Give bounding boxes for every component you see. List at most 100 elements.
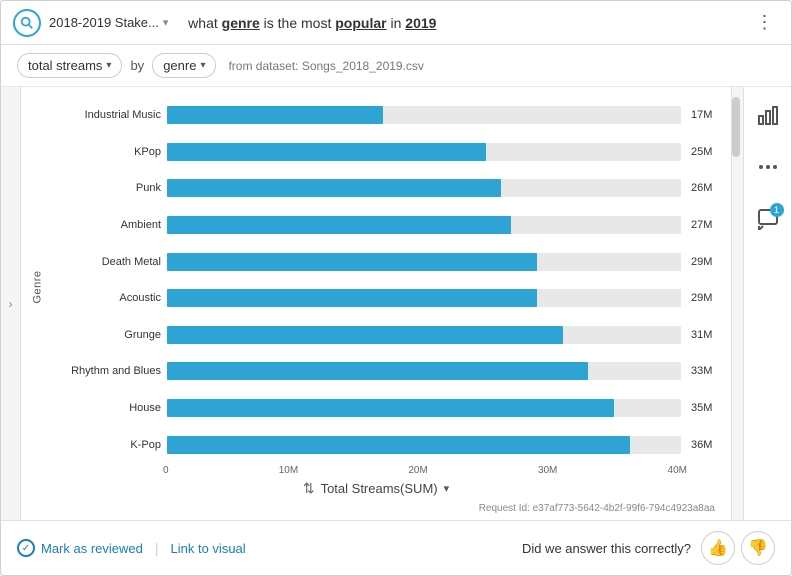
feedback-question: Did we answer this correctly? — [522, 541, 691, 556]
left-collapse-button[interactable]: › — [1, 87, 21, 520]
footer-left: ✓ Mark as reviewed | Link to visual — [17, 539, 246, 557]
bar-fill — [167, 326, 563, 344]
feedback-buttons: 👍 👎 — [701, 531, 775, 565]
bar-value: 33M — [691, 365, 723, 377]
bar-label: Ambient — [51, 219, 161, 231]
bars-area: Industrial Music 17M KPop 25M Punk 26M A… — [47, 97, 723, 463]
query-text: what genre is the most popular in 2019 — [180, 15, 751, 31]
bar-track — [167, 362, 681, 380]
y-axis-label-container: Genre — [29, 97, 47, 476]
table-row: Rhythm and Blues 33M — [51, 358, 723, 384]
bar-value: 29M — [691, 256, 723, 268]
content-area: › Genre Industrial Music 17M KPop — [1, 87, 791, 520]
bar-fill — [167, 362, 588, 380]
sort-icon: ⇅ — [303, 480, 315, 497]
search-icon — [13, 9, 41, 37]
bar-fill — [167, 253, 537, 271]
right-sidebar: 1 — [743, 87, 791, 520]
bar-track — [167, 143, 681, 161]
breadcrumb-chevron-icon[interactable]: ▾ — [163, 16, 169, 29]
bar-fill — [167, 143, 486, 161]
table-row: Punk 26M — [51, 175, 723, 201]
bar-value: 26M — [691, 182, 723, 194]
bar-fill — [167, 106, 383, 124]
table-row: House 35M — [51, 395, 723, 421]
request-id: Request Id: e37af773-5642-4b2f-99f6-794c… — [29, 501, 723, 516]
bar-track — [167, 326, 681, 344]
x-tick: 40M — [668, 465, 687, 476]
bar-fill — [167, 216, 511, 234]
thumbs-up-button[interactable]: 👍 — [701, 531, 735, 565]
table-row: Acoustic 29M — [51, 285, 723, 311]
bar-value: 17M — [691, 109, 723, 121]
x-tick: 20M — [408, 465, 427, 476]
table-row: Industrial Music 17M — [51, 102, 723, 128]
bar-track — [167, 179, 681, 197]
bar-value: 31M — [691, 329, 723, 341]
header-more-button[interactable]: ⋮ — [751, 9, 779, 37]
metric-filter-pill[interactable]: total streams ▾ — [17, 53, 122, 78]
bar-value: 27M — [691, 219, 723, 231]
bar-value: 29M — [691, 292, 723, 304]
table-row: Ambient 27M — [51, 212, 723, 238]
scrollbar-thumb[interactable] — [732, 97, 740, 157]
bar-label: K-Pop — [51, 439, 161, 451]
x-tick: 0 — [163, 465, 169, 476]
bar-label: Acoustic — [51, 292, 161, 304]
x-axis: 0 10M 20M 30M 40M — [163, 463, 723, 476]
table-row: KPop 25M — [51, 139, 723, 165]
mark-reviewed-button[interactable]: ✓ Mark as reviewed — [17, 539, 143, 557]
table-row: Death Metal 29M — [51, 249, 723, 275]
bar-label: Death Metal — [51, 256, 161, 268]
x-axis-chevron-icon[interactable]: ▾ — [444, 482, 450, 495]
breadcrumb[interactable]: 2018-2019 Stake... ▾ — [49, 15, 168, 30]
bar-track — [167, 216, 681, 234]
more-options-button[interactable] — [750, 149, 786, 185]
dataset-info: from dataset: Songs_2018_2019.csv — [228, 59, 423, 73]
bar-value: 36M — [691, 439, 723, 451]
left-chevron-icon: › — [9, 297, 13, 311]
thumbs-down-button[interactable]: 👎 — [741, 531, 775, 565]
header-bar: 2018-2019 Stake... ▾ what genre is the m… — [1, 1, 791, 45]
chart-inner: Industrial Music 17M KPop 25M Punk 26M A… — [47, 97, 723, 476]
table-row: K-Pop 36M — [51, 432, 723, 458]
chart-type-button[interactable] — [750, 97, 786, 133]
bar-fill — [167, 179, 501, 197]
footer-divider: | — [155, 540, 159, 556]
group-filter-pill[interactable]: genre ▾ — [152, 53, 216, 78]
x-tick: 10M — [279, 465, 298, 476]
footer: ✓ Mark as reviewed | Link to visual Did … — [1, 520, 791, 575]
link-visual-button[interactable]: Link to visual — [171, 541, 246, 556]
check-icon: ✓ — [17, 539, 35, 557]
bar-fill — [167, 399, 614, 417]
main-container: 2018-2019 Stake... ▾ what genre is the m… — [0, 0, 792, 576]
bar-fill — [167, 289, 537, 307]
bar-label: Rhythm and Blues — [51, 365, 161, 377]
comment-badge: 1 — [770, 203, 784, 217]
bar-track — [167, 289, 681, 307]
chart-container: Genre Industrial Music 17M KPop 25M Punk — [29, 97, 723, 476]
metric-chevron-icon: ▾ — [106, 60, 111, 71]
chart-wrapper: Genre Industrial Music 17M KPop 25M Punk — [21, 87, 731, 520]
bar-track — [167, 436, 681, 454]
y-axis-label: Genre — [32, 270, 44, 303]
bar-label: KPop — [51, 146, 161, 158]
bar-track — [167, 253, 681, 271]
table-row: Grunge 31M — [51, 322, 723, 348]
bar-label: Grunge — [51, 329, 161, 341]
bar-value: 35M — [691, 402, 723, 414]
bar-label: Punk — [51, 182, 161, 194]
bar-fill — [167, 436, 630, 454]
x-axis-title: ⇅ Total Streams(SUM) ▾ — [29, 476, 723, 501]
x-axis-title-label: Total Streams(SUM) — [321, 481, 438, 496]
filter-bar: total streams ▾ by genre ▾ from dataset:… — [1, 45, 791, 87]
scrollbar-track[interactable] — [731, 87, 743, 520]
comment-button[interactable]: 1 — [750, 201, 786, 237]
bar-track — [167, 399, 681, 417]
bar-track — [167, 106, 681, 124]
bar-label: House — [51, 402, 161, 414]
bar-value: 25M — [691, 146, 723, 158]
group-chevron-icon: ▾ — [200, 60, 205, 71]
bar-label: Industrial Music — [51, 109, 161, 121]
x-tick: 30M — [538, 465, 557, 476]
